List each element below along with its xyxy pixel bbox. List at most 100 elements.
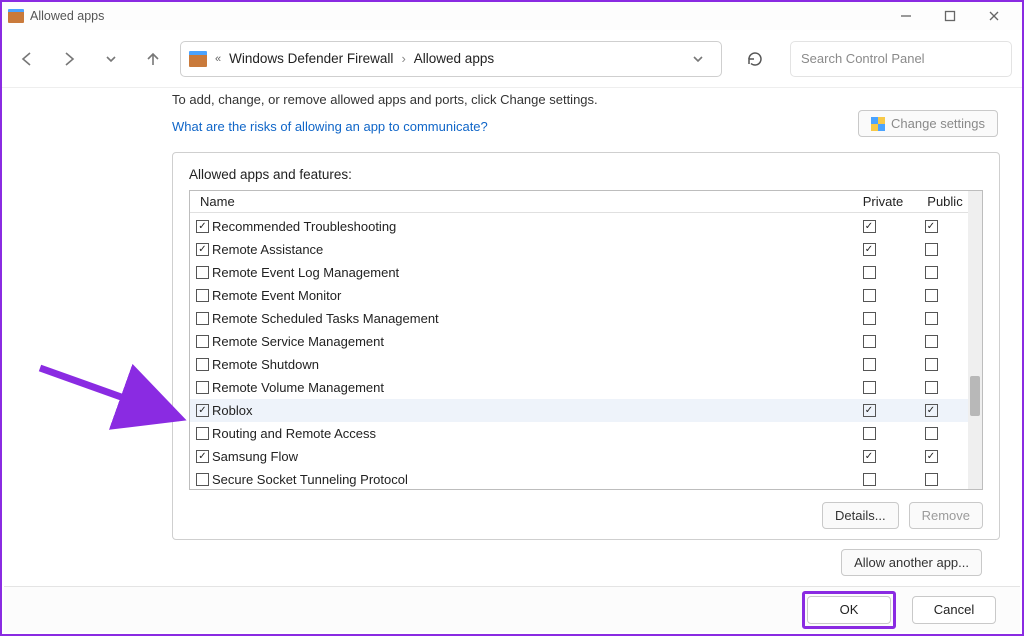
row-checkbox[interactable] xyxy=(196,312,209,325)
public-checkbox[interactable] xyxy=(925,335,938,348)
close-button[interactable] xyxy=(972,3,1016,29)
search-placeholder: Search Control Panel xyxy=(801,51,925,66)
private-checkbox[interactable] xyxy=(863,427,876,440)
public-checkbox[interactable] xyxy=(925,266,938,279)
row-name: Remote Scheduled Tasks Management xyxy=(212,311,838,326)
row-name: Remote Volume Management xyxy=(212,380,838,395)
table-row[interactable]: Remote Shutdown xyxy=(190,353,968,376)
titlebar: Allowed apps xyxy=(2,2,1022,30)
public-checkbox[interactable] xyxy=(925,358,938,371)
public-checkbox[interactable] xyxy=(925,220,938,233)
row-name: Recommended Troubleshooting xyxy=(212,219,838,234)
ok-button[interactable]: OK xyxy=(807,596,891,624)
details-button[interactable]: Details... xyxy=(822,502,899,529)
breadcrumb-part1[interactable]: Windows Defender Firewall xyxy=(229,51,393,66)
row-checkbox[interactable] xyxy=(196,450,209,463)
list-rows: Recommended Troubleshooting Remote Assist… xyxy=(190,215,968,489)
row-checkbox[interactable] xyxy=(196,289,209,302)
cancel-button[interactable]: Cancel xyxy=(912,596,996,624)
shield-icon xyxy=(871,117,885,131)
table-row[interactable]: Recommended Troubleshooting xyxy=(190,215,968,238)
private-checkbox[interactable] xyxy=(863,335,876,348)
apps-list[interactable]: Name Private Public Recommended Troubles… xyxy=(189,190,983,490)
private-checkbox[interactable] xyxy=(863,220,876,233)
public-checkbox[interactable] xyxy=(925,427,938,440)
col-public[interactable]: Public xyxy=(914,194,976,209)
private-checkbox[interactable] xyxy=(863,450,876,463)
row-checkbox[interactable] xyxy=(196,473,209,486)
table-row[interactable]: Remote Event Log Management xyxy=(190,261,968,284)
private-checkbox[interactable] xyxy=(863,289,876,302)
refresh-button[interactable] xyxy=(738,42,772,76)
scroll-thumb[interactable] xyxy=(970,376,980,416)
address-dropdown[interactable] xyxy=(683,44,713,74)
table-row[interactable]: Remote Event Monitor xyxy=(190,284,968,307)
content-area: To add, change, or remove allowed apps a… xyxy=(2,88,1022,586)
table-row[interactable]: Samsung Flow xyxy=(190,445,968,468)
public-checkbox[interactable] xyxy=(925,404,938,417)
row-checkbox[interactable] xyxy=(196,358,209,371)
ok-highlight: OK xyxy=(802,591,896,629)
change-settings-button[interactable]: Change settings xyxy=(858,110,998,137)
row-name: Remote Assistance xyxy=(212,242,838,257)
private-checkbox[interactable] xyxy=(863,381,876,394)
minimize-button[interactable] xyxy=(884,3,928,29)
search-input[interactable]: Search Control Panel xyxy=(790,41,1012,77)
table-row[interactable]: Remote Scheduled Tasks Management xyxy=(190,307,968,330)
scrollbar[interactable] xyxy=(968,191,982,489)
control-panel-icon xyxy=(8,9,24,23)
table-row[interactable]: Remote Volume Management xyxy=(190,376,968,399)
window-title: Allowed apps xyxy=(30,9,884,23)
table-row[interactable]: Remote Service Management xyxy=(190,330,968,353)
row-checkbox[interactable] xyxy=(196,243,209,256)
row-name: Remote Service Management xyxy=(212,334,838,349)
row-name: Routing and Remote Access xyxy=(212,426,838,441)
private-checkbox[interactable] xyxy=(863,473,876,486)
private-checkbox[interactable] xyxy=(863,266,876,279)
public-checkbox[interactable] xyxy=(925,312,938,325)
remove-button[interactable]: Remove xyxy=(909,502,983,529)
instruction-text: To add, change, or remove allowed apps a… xyxy=(172,92,1000,107)
table-row[interactable]: Roblox xyxy=(190,399,968,422)
breadcrumb-part2[interactable]: Allowed apps xyxy=(414,51,494,66)
row-name: Remote Shutdown xyxy=(212,357,838,372)
row-checkbox[interactable] xyxy=(196,266,209,279)
row-name: Remote Event Log Management xyxy=(212,265,838,280)
forward-button[interactable] xyxy=(54,44,84,74)
col-private[interactable]: Private xyxy=(852,194,914,209)
row-checkbox[interactable] xyxy=(196,335,209,348)
public-checkbox[interactable] xyxy=(925,381,938,394)
row-name: Secure Socket Tunneling Protocol xyxy=(212,472,838,487)
table-row[interactable]: Remote Assistance xyxy=(190,238,968,261)
private-checkbox[interactable] xyxy=(863,358,876,371)
row-name: Roblox xyxy=(212,403,838,418)
breadcrumb-overflow[interactable]: « xyxy=(215,53,221,65)
private-checkbox[interactable] xyxy=(863,243,876,256)
row-name: Remote Event Monitor xyxy=(212,288,838,303)
maximize-button[interactable] xyxy=(928,3,972,29)
risk-link[interactable]: What are the risks of allowing an app to… xyxy=(172,119,488,134)
public-checkbox[interactable] xyxy=(925,289,938,302)
up-button[interactable] xyxy=(138,44,168,74)
private-checkbox[interactable] xyxy=(863,404,876,417)
back-button[interactable] xyxy=(12,44,42,74)
public-checkbox[interactable] xyxy=(925,473,938,486)
row-checkbox[interactable] xyxy=(196,404,209,417)
footer: OK Cancel xyxy=(4,586,1020,632)
allow-another-app-button[interactable]: Allow another app... xyxy=(841,549,982,576)
table-row[interactable]: Routing and Remote Access xyxy=(190,422,968,445)
toolbar: « Windows Defender Firewall › Allowed ap… xyxy=(2,30,1022,88)
address-bar[interactable]: « Windows Defender Firewall › Allowed ap… xyxy=(180,41,722,77)
private-checkbox[interactable] xyxy=(863,312,876,325)
col-name[interactable]: Name xyxy=(196,194,852,209)
panel-title: Allowed apps and features: xyxy=(189,167,983,182)
recent-dropdown[interactable] xyxy=(96,44,126,74)
public-checkbox[interactable] xyxy=(925,450,938,463)
public-checkbox[interactable] xyxy=(925,243,938,256)
list-header: Name Private Public xyxy=(190,191,982,213)
row-checkbox[interactable] xyxy=(196,427,209,440)
row-checkbox[interactable] xyxy=(196,381,209,394)
table-row[interactable]: Secure Socket Tunneling Protocol xyxy=(190,468,968,489)
change-settings-label: Change settings xyxy=(891,116,985,131)
row-checkbox[interactable] xyxy=(196,220,209,233)
